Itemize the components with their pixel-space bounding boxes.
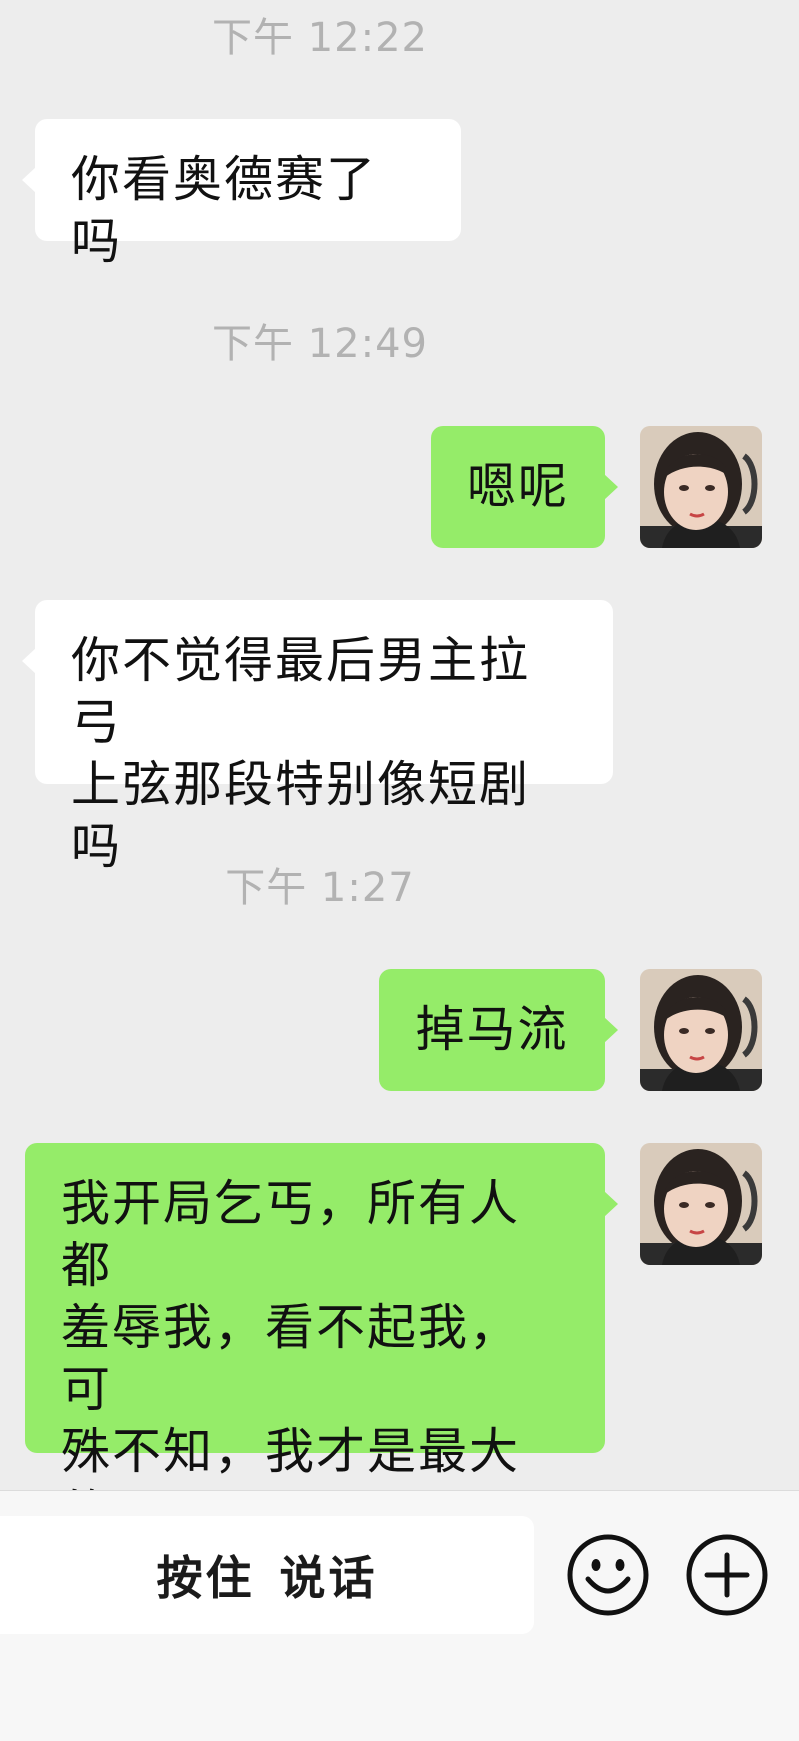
received-message-bubble[interactable]: 你不觉得最后男主拉弓 上弦那段特别像短剧吗: [22, 600, 613, 875]
message-timestamp: 下午 12:49: [212, 321, 428, 367]
hold-to-talk-button[interactable]: 按住 说话: [0, 1516, 534, 1634]
message-line: 羞辱我，看不起我，可: [61, 1299, 521, 1418]
message-text: 掉马流: [415, 1001, 569, 1058]
message-line: 你不觉得最后男主拉弓: [71, 632, 531, 751]
user-avatar[interactable]: [640, 426, 762, 548]
bubble-tail: [22, 167, 36, 193]
sent-message-bubble[interactable]: 嗯呢: [431, 426, 618, 548]
bubble-tail: [604, 1191, 618, 1217]
user-avatar[interactable]: [640, 1143, 762, 1265]
message-timestamp: 下午 1:27: [225, 865, 415, 911]
message-text: 嗯呢: [466, 458, 569, 515]
bubble-tail: [604, 1017, 618, 1043]
chat-message-list[interactable]: 下午 12:22 你看奥德赛了吗 下午 12:49 嗯呢 你不觉得最后男主拉弓 …: [0, 0, 799, 1604]
avatar-photo-icon: [640, 1143, 762, 1265]
sent-message-bubble[interactable]: 掉马流: [379, 969, 618, 1091]
bubble-tail: [604, 474, 618, 500]
smiley-face-icon: [567, 1534, 649, 1616]
user-avatar[interactable]: [640, 969, 762, 1091]
emoji-button[interactable]: [566, 1533, 650, 1617]
bubble-tail: [22, 648, 36, 674]
chat-input-bar: 按住 说话: [0, 1490, 799, 1741]
sent-message-bubble[interactable]: 我开局乞丐，所有人都 羞辱我，看不起我，可 殊不知，我才是最大的 国王: [25, 1143, 618, 1604]
received-message-bubble[interactable]: 你看奥德赛了吗: [22, 119, 461, 270]
avatar-photo-icon: [640, 426, 762, 548]
message-line: 上弦那段特别像短剧吗: [71, 756, 531, 875]
avatar-photo-icon: [640, 969, 762, 1091]
plus-circle-icon: [686, 1534, 768, 1616]
message-text: 你看奥德赛了吗: [71, 151, 378, 270]
more-options-button[interactable]: [685, 1533, 769, 1617]
message-line: 我开局乞丐，所有人都: [61, 1175, 521, 1294]
message-timestamp: 下午 12:22: [212, 15, 428, 61]
